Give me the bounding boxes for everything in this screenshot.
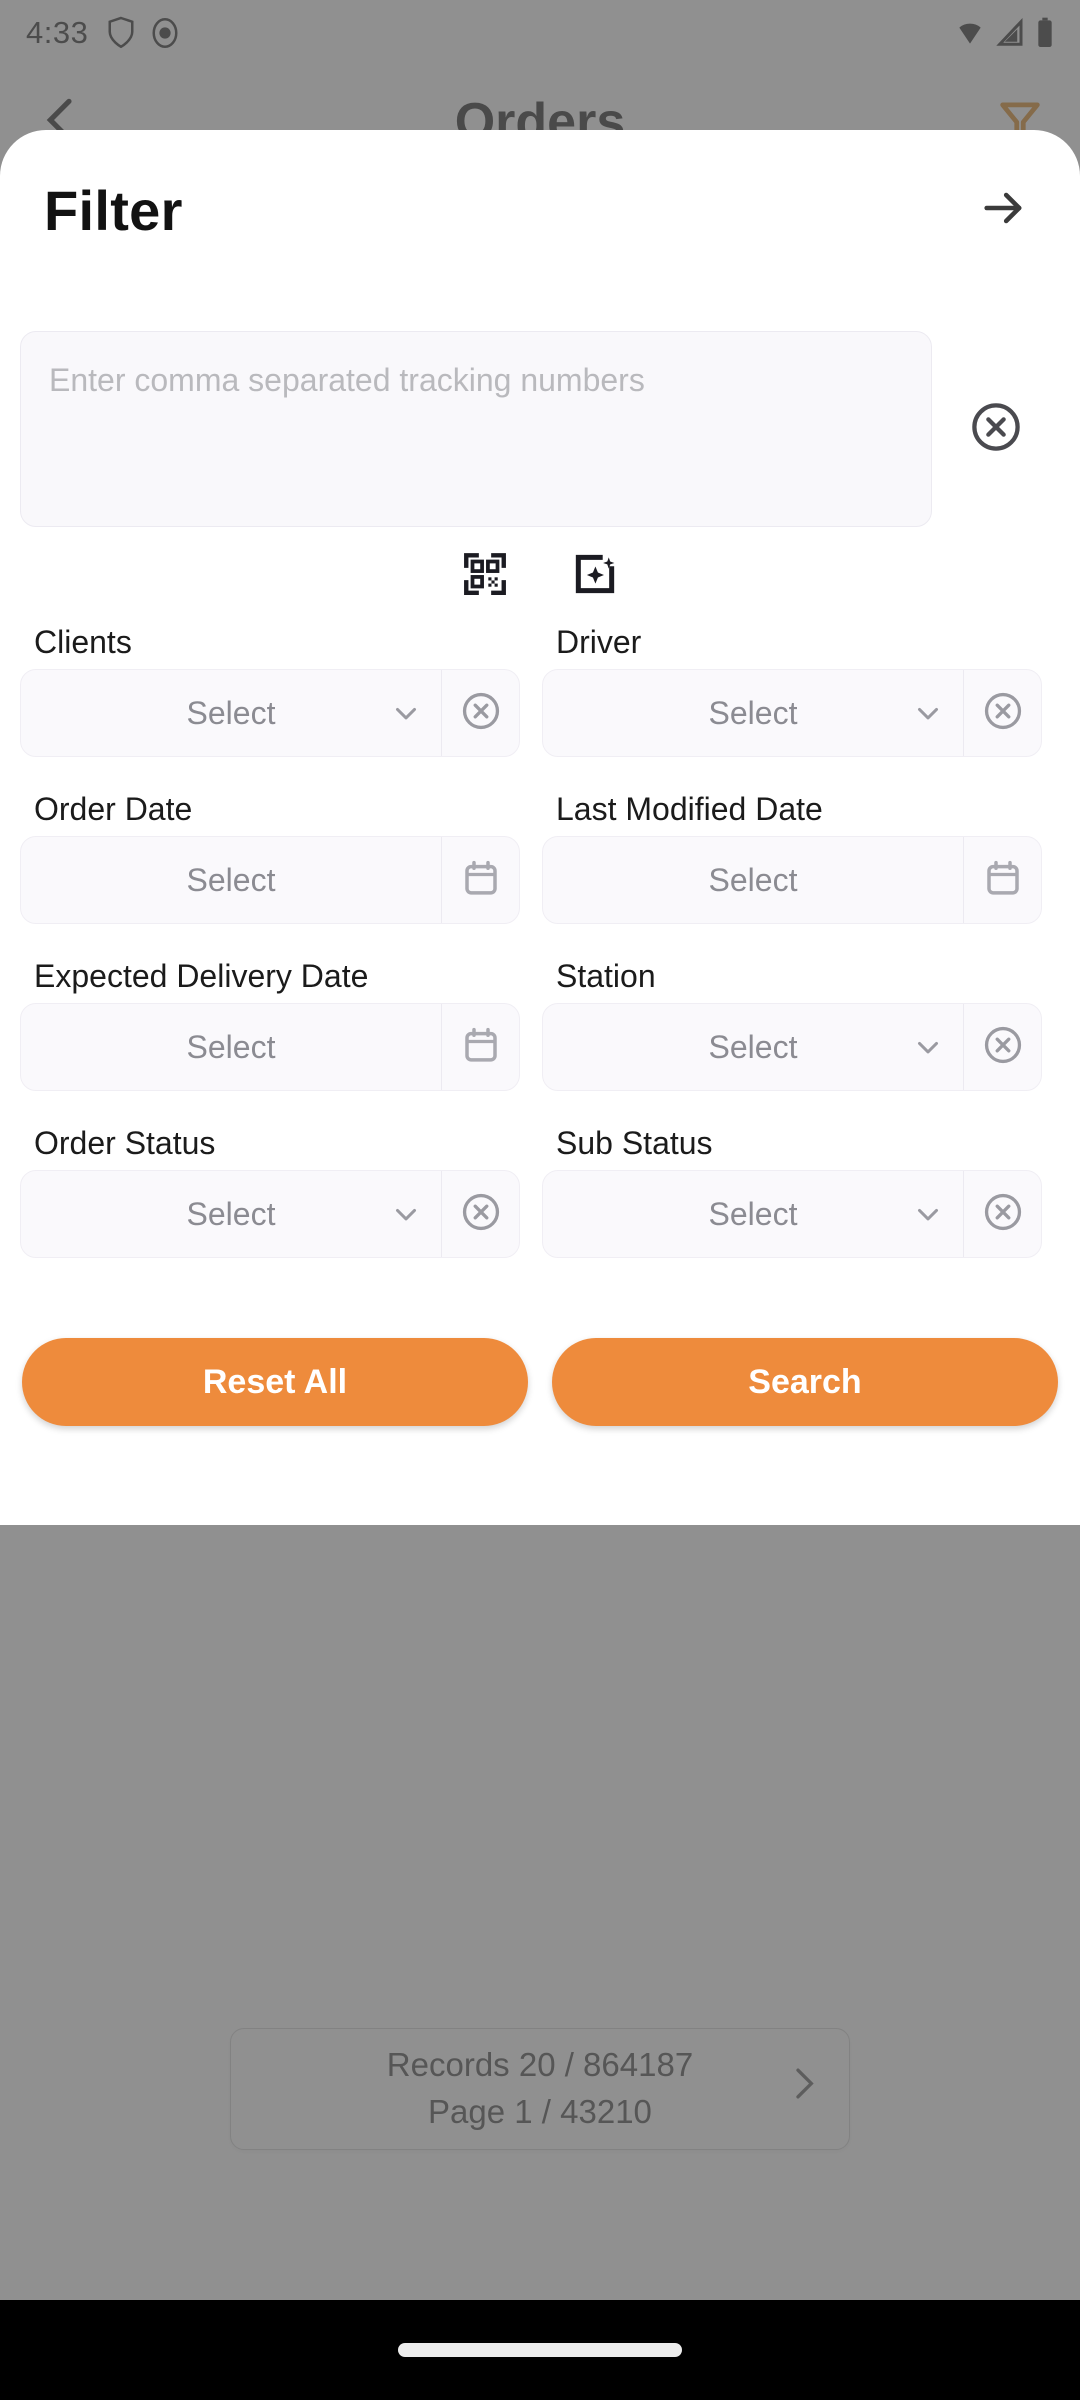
scan-actions-row — [20, 549, 1060, 604]
circle-close-icon — [460, 1191, 502, 1238]
field-control[interactable]: Select — [20, 1170, 520, 1258]
system-nav-bar — [0, 2300, 1080, 2400]
tracking-numbers-row: Enter comma separated tracking numbers — [20, 331, 1060, 527]
clear-field-button[interactable] — [441, 1171, 519, 1257]
phone-screen: 4:33 — [0, 0, 1080, 2400]
tracking-numbers-placeholder: Enter comma separated tracking numbers — [49, 362, 645, 398]
filter-bottom-sheet: Filter Enter comma separated tracking nu… — [0, 130, 1080, 1525]
dropdown-trigger[interactable]: Select — [21, 670, 441, 756]
field-value: Select — [708, 694, 798, 731]
row-spacer — [20, 924, 1060, 958]
search-button[interactable]: Search — [552, 1338, 1058, 1426]
clear-field-button[interactable] — [963, 670, 1041, 756]
chevron-down-icon — [911, 696, 945, 730]
field-value: Select — [186, 694, 276, 731]
circle-close-icon — [982, 690, 1024, 737]
date-picker-trigger[interactable]: Select — [21, 837, 441, 923]
calendar-button[interactable] — [963, 837, 1041, 923]
field-control[interactable]: Select — [542, 836, 1042, 924]
qr-scan-icon[interactable] — [460, 549, 510, 604]
filter-field-last-modified-date: Last Modified Date Select — [540, 791, 1060, 924]
chevron-down-icon — [911, 1030, 945, 1064]
field-value: Select — [708, 861, 798, 898]
date-picker-trigger[interactable]: Select — [543, 837, 963, 923]
field-value: Select — [708, 1028, 798, 1065]
field-label: Last Modified Date — [556, 791, 823, 827]
chevron-down-icon — [389, 696, 423, 730]
field-control[interactable]: Select — [542, 1170, 1042, 1258]
circle-close-icon — [982, 1191, 1024, 1238]
circle-close-icon — [982, 1024, 1024, 1071]
filter-field-row: Order Date Select Last Modified Date Select — [20, 791, 1060, 924]
filter-actions-row: Reset All Search — [20, 1338, 1060, 1426]
reset-all-button[interactable]: Reset All — [22, 1338, 528, 1426]
field-value: Select — [186, 861, 276, 898]
filter-field-expected-delivery-date: Expected Delivery Date Select — [20, 958, 540, 1091]
field-label: Station — [556, 958, 656, 994]
field-control[interactable]: Select — [542, 669, 1042, 757]
field-control[interactable]: Select — [20, 836, 520, 924]
field-label: Order Status — [34, 1125, 216, 1161]
field-value: Select — [186, 1195, 276, 1232]
field-label: Order Date — [34, 791, 193, 827]
dropdown-trigger[interactable]: Select — [543, 1004, 963, 1090]
calendar-button[interactable] — [441, 837, 519, 923]
chevron-down-icon — [389, 1197, 423, 1231]
filter-field-station: Station Select — [540, 958, 1060, 1091]
calendar-icon — [982, 857, 1024, 904]
tracking-numbers-input[interactable]: Enter comma separated tracking numbers — [20, 331, 932, 527]
field-label: Clients — [34, 624, 132, 660]
calendar-icon — [460, 857, 502, 904]
filter-field-row: Order Status Select Sub Status Select — [20, 1125, 1060, 1258]
filter-field-clients: Clients Select — [20, 624, 540, 757]
filter-field-order-date: Order Date Select — [20, 791, 540, 924]
field-label: Driver — [556, 624, 642, 660]
calendar-icon — [460, 1024, 502, 1071]
field-value: Select — [186, 1028, 276, 1065]
clear-field-button[interactable] — [441, 670, 519, 756]
filter-title: Filter — [44, 179, 183, 242]
clear-field-button[interactable] — [963, 1004, 1041, 1090]
filter-field-row: Expected Delivery Date Select Station Selec… — [20, 958, 1060, 1091]
filter-field-row: Clients Select Driver Select — [20, 624, 1060, 757]
ai-image-scan-icon[interactable] — [570, 549, 620, 604]
filter-fields-grid: Clients Select Driver Select Order Date Selec… — [20, 624, 1060, 1258]
arrow-right-icon[interactable] — [972, 176, 1036, 245]
calendar-button[interactable] — [441, 1004, 519, 1090]
home-gesture-handle[interactable] — [398, 2343, 682, 2357]
circle-close-icon — [460, 690, 502, 737]
dropdown-trigger[interactable]: Select — [543, 670, 963, 756]
dropdown-trigger[interactable]: Select — [543, 1171, 963, 1257]
clear-field-button[interactable] — [963, 1171, 1041, 1257]
chevron-down-icon — [911, 1197, 945, 1231]
field-control[interactable]: Select — [20, 669, 520, 757]
filter-sheet-header: Filter — [0, 130, 1080, 245]
filter-field-sub-status: Sub Status Select — [540, 1125, 1060, 1258]
filter-field-order-status: Order Status Select — [20, 1125, 540, 1258]
field-value: Select — [708, 1195, 798, 1232]
field-control[interactable]: Select — [20, 1003, 520, 1091]
circle-close-icon[interactable] — [969, 400, 1023, 459]
field-control[interactable]: Select — [542, 1003, 1042, 1091]
filter-field-driver: Driver Select — [540, 624, 1060, 757]
field-label: Expected Delivery Date — [34, 958, 369, 994]
row-spacer — [20, 1091, 1060, 1125]
date-picker-trigger[interactable]: Select — [21, 1004, 441, 1090]
field-label: Sub Status — [556, 1125, 713, 1161]
row-spacer — [20, 757, 1060, 791]
dropdown-trigger[interactable]: Select — [21, 1171, 441, 1257]
